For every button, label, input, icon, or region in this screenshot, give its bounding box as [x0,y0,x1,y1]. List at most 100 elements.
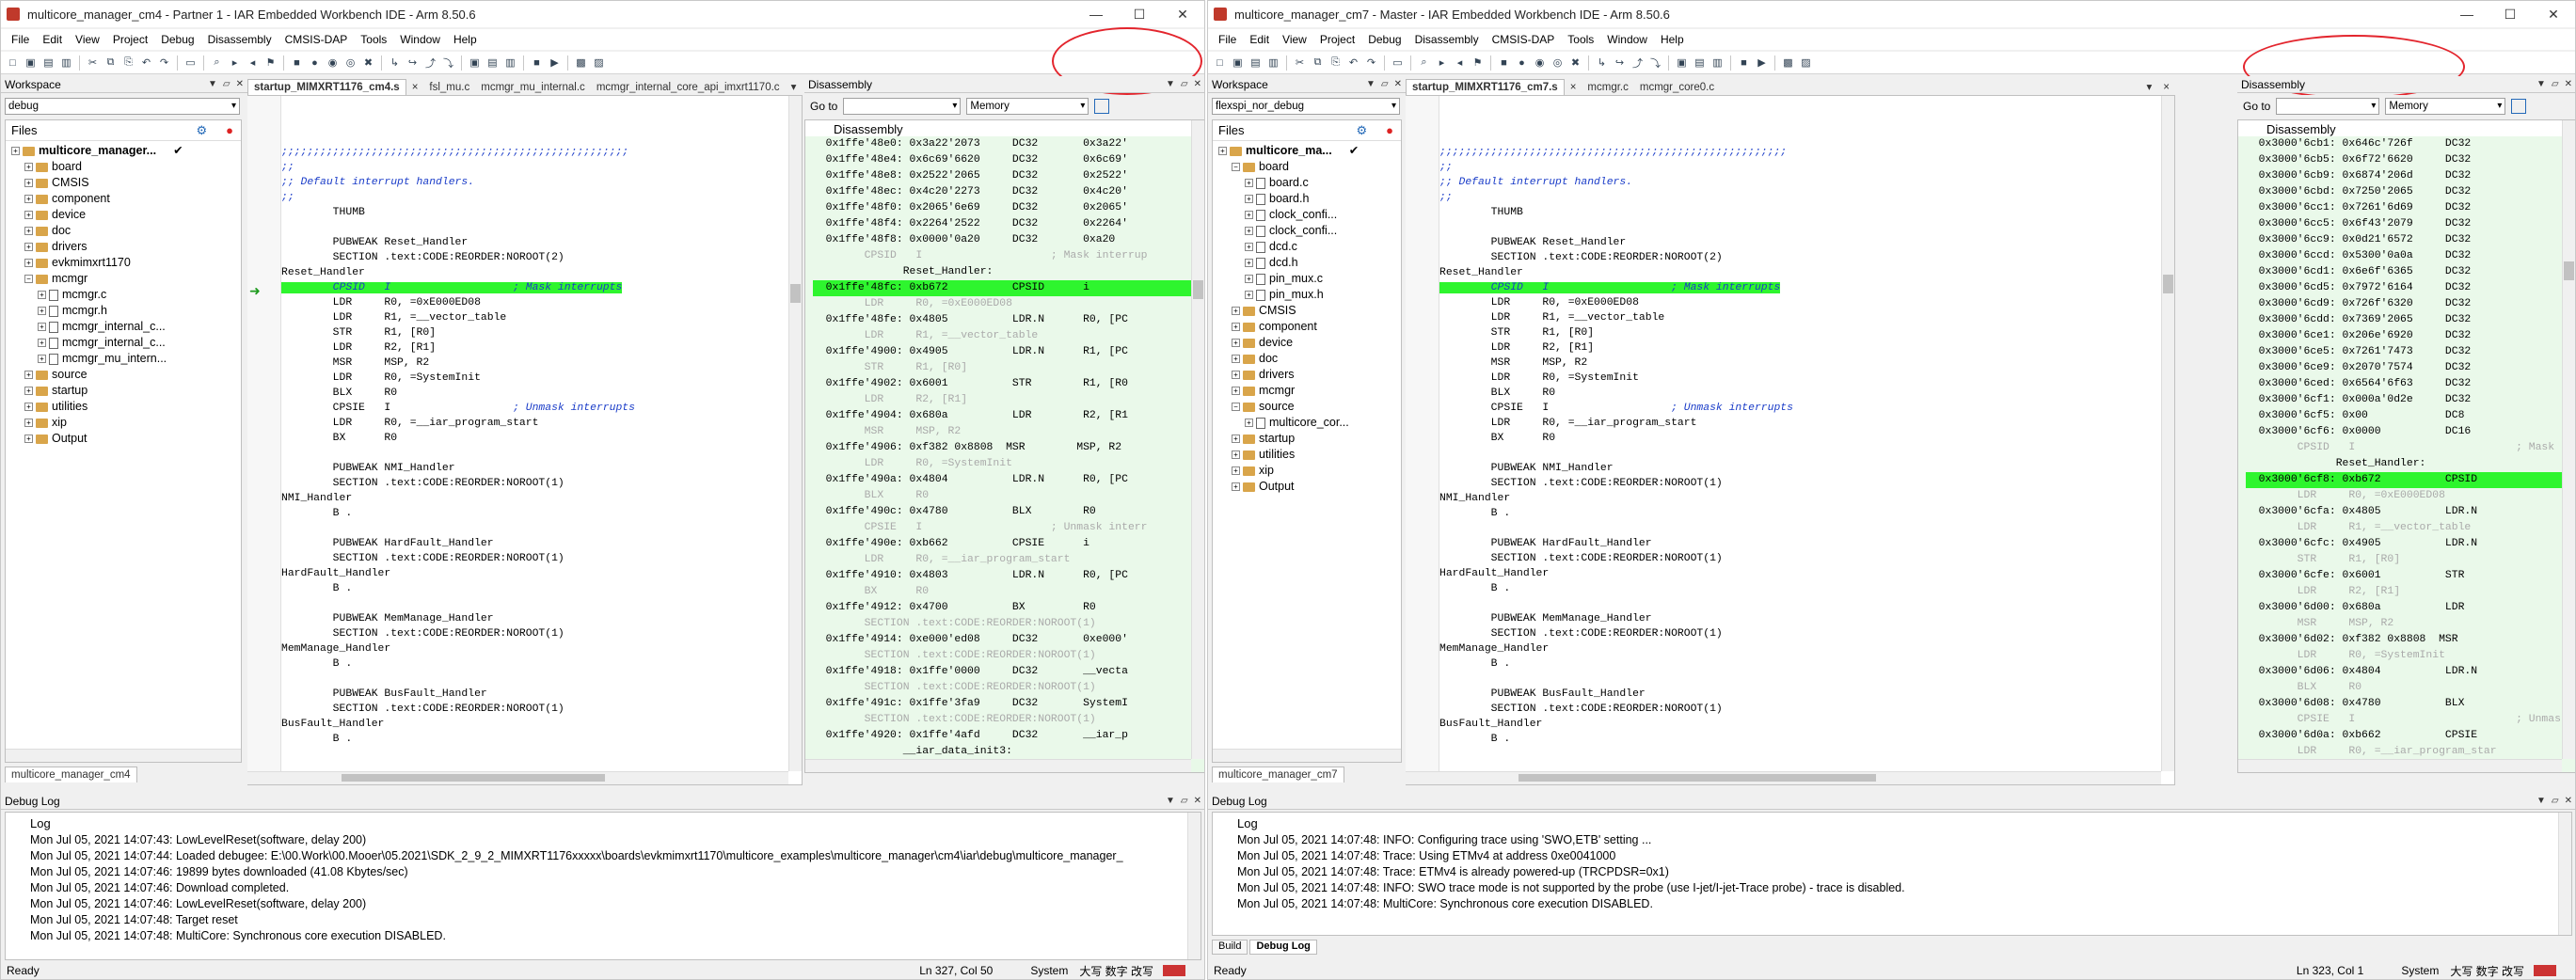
file-tree-file[interactable]: + pin_mux.h [1218,287,1401,303]
toolbar-tool-icon[interactable]: ⌕ [209,55,225,71]
minimize-button[interactable]: — [1074,1,1118,27]
editor-tab[interactable]: fsl_mu.c [423,80,475,95]
toolbar-tool-icon[interactable]: ↪ [405,55,421,71]
tab-list-icon[interactable]: ▾ [786,78,803,95]
expand-toggle-icon[interactable]: + [24,243,33,252]
menu-edit[interactable]: Edit [1243,33,1276,46]
expand-toggle-icon[interactable]: + [1218,147,1227,156]
menu-file[interactable]: File [5,33,36,46]
menu-edit[interactable]: Edit [36,33,69,46]
toolbar-tool-icon[interactable]: ▣ [1230,55,1246,71]
toolbar-tool-icon[interactable]: ◂ [1452,55,1468,71]
toolbar-tool-icon[interactable]: ■ [289,55,305,71]
pin-icon[interactable]: ▼ [2536,79,2546,89]
pin-icon[interactable]: ▼ [1166,79,1175,89]
file-tree-file[interactable]: + dcd.h [1218,255,1401,271]
toolbar-tool-icon[interactable]: ▭ [1390,55,1406,71]
editor-tab[interactable]: mcmgr_core0.c [1634,80,1720,95]
menu-cmsis-dap[interactable]: CMSIS-DAP [1486,33,1562,46]
settings-icon[interactable]: ⚙ [1356,123,1367,138]
toolbar-tool-icon[interactable]: ⚑ [1470,55,1486,71]
toolbar-tool-icon[interactable]: ✖ [360,55,376,71]
menu-help[interactable]: Help [447,33,484,46]
goto-input[interactable] [843,98,962,115]
editor-tab[interactable]: mcmgr.c [1582,80,1633,95]
toolbar-tool-icon[interactable]: ■ [529,55,545,71]
toolbar-tool-icon[interactable]: ■ [1736,55,1752,71]
expand-toggle-icon[interactable]: + [1232,435,1240,444]
pin-icon[interactable]: ▼ [208,79,217,89]
toolbar-tool-icon[interactable]: ✂ [1292,55,1308,71]
file-tree-folder[interactable]: + evkmimxrt1170 [11,255,241,271]
toolbar-tool-icon[interactable]: ↳ [387,55,403,71]
auto-hide-icon[interactable]: ▱ [1381,79,1389,89]
toolbar-tool-icon[interactable]: ↷ [1363,55,1379,71]
goto-input[interactable] [2276,98,2380,115]
disassembly-pane[interactable]: Disassembly 0x3000'6cb1: 0x646c'726f DC3… [2237,119,2575,773]
expand-toggle-icon[interactable]: − [1232,403,1240,412]
minimize-button[interactable]: — [2445,1,2489,27]
toolbar-tool-icon[interactable]: ⧉ [1310,55,1326,71]
close-panel-icon[interactable]: ✕ [1194,796,1201,806]
close-button[interactable]: ✕ [1161,1,1204,27]
toolbar-tool-icon[interactable]: ■ [1496,55,1512,71]
toolbar-tool-icon[interactable]: ▥ [502,55,518,71]
file-tree-folder[interactable]: + utilities [11,399,241,415]
close-panel-icon[interactable]: ✕ [236,79,244,89]
auto-hide-icon[interactable]: ▱ [1181,79,1188,89]
expand-toggle-icon[interactable]: + [24,371,33,380]
file-tree-folder[interactable]: − board [1218,159,1401,175]
toolbar-tool-icon[interactable]: ▣ [1674,55,1690,71]
file-tree-file[interactable]: + mcmgr.h [11,303,241,319]
editor-tab[interactable]: startup_MIMXRT1176_cm7.s [1406,79,1565,95]
expand-toggle-icon[interactable]: + [1232,355,1240,364]
workspace-tab[interactable]: multicore_manager_cm7 [1212,767,1344,782]
file-tree-folder[interactable]: + CMSIS [1218,303,1401,319]
expand-toggle-icon[interactable]: − [24,275,33,284]
expand-toggle-icon[interactable]: + [1232,482,1240,492]
menu-help[interactable]: Help [1654,33,1691,46]
file-tree-file[interactable]: + board.h [1218,191,1401,207]
pin-icon[interactable]: ▼ [2536,796,2546,806]
expand-toggle-icon[interactable]: + [1245,227,1253,236]
log-tab[interactable]: Debug Log [1249,940,1317,955]
file-tree-folder[interactable]: + source [11,367,241,383]
toolbar-tool-icon[interactable]: ⤴ [422,55,438,71]
memory-select[interactable]: Memory [2385,98,2506,115]
expand-toggle-icon[interactable]: + [24,387,33,396]
settings-icon[interactable]: ⚙ [196,123,207,138]
expand-toggle-icon[interactable]: + [24,179,33,188]
expand-toggle-icon[interactable]: + [1232,339,1240,348]
disassembly-pane[interactable]: Disassembly 0x1ffe'48e0: 0x3a22'2073 DC3… [804,119,1204,773]
toolbar-tool-icon[interactable]: ▤ [1248,55,1264,71]
file-tree-folder[interactable]: + component [1218,319,1401,335]
config-select[interactable]: flexspi_nor_debug [1212,98,1400,115]
toolbar-tool-icon[interactable]: ▩ [1780,55,1796,71]
expand-toggle-icon[interactable]: + [1232,371,1240,380]
toggle-view-icon[interactable] [1094,99,1110,114]
expand-toggle-icon[interactable]: + [24,403,33,412]
toolbar-tool-icon[interactable]: ▣ [467,55,483,71]
file-tree-folder[interactable]: + component [11,191,241,207]
toggle-view-icon[interactable] [2511,99,2527,114]
toolbar-tool-icon[interactable]: ▣ [23,55,39,71]
file-tree-folder[interactable]: + multicore_ma... ✔ [1218,143,1401,159]
toolbar-tool-icon[interactable]: ✂ [85,55,101,71]
toolbar-tool-icon[interactable]: ↶ [1345,55,1361,71]
toolbar-tool-icon[interactable]: ▸ [227,55,243,71]
memory-select[interactable]: Memory [966,98,1089,115]
file-tree-folder[interactable]: − mcmgr [11,271,241,287]
menu-debug[interactable]: Debug [1361,33,1407,46]
toolbar-tool-icon[interactable]: ⤴ [1630,55,1646,71]
toolbar-tool-icon[interactable]: □ [1212,55,1228,71]
file-tree-file[interactable]: + clock_confi... [1218,207,1401,223]
file-tree-folder[interactable]: − source [1218,399,1401,415]
expand-toggle-icon[interactable]: + [38,339,46,348]
menu-debug[interactable]: Debug [154,33,200,46]
file-tree-folder[interactable]: + board [11,159,241,175]
toolbar-tool-icon[interactable]: ⌕ [1416,55,1432,71]
tab-list-icon[interactable]: ▾ [2141,78,2158,95]
expand-toggle-icon[interactable]: + [24,195,33,204]
toolbar-tool-icon[interactable]: ▨ [1798,55,1814,71]
expand-toggle-icon[interactable]: + [1245,259,1253,268]
